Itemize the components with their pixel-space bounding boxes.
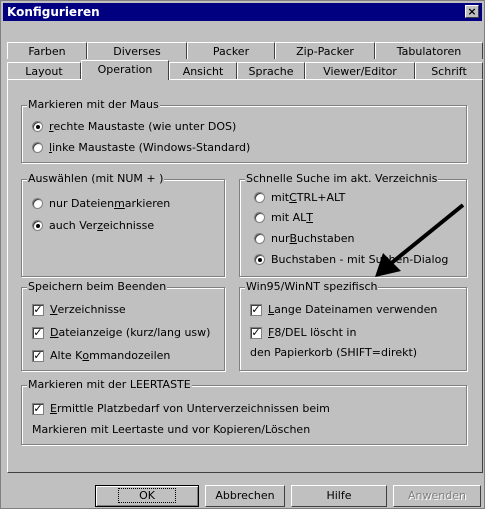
radio-button[interactable] — [254, 212, 265, 223]
dialog-title: Konfigurieren — [7, 5, 100, 19]
radio-button[interactable] — [32, 198, 43, 209]
tab-layout[interactable]: Layout — [7, 62, 81, 79]
config-dialog: Konfigurieren × Farben Diverses Packer Z… — [0, 0, 485, 509]
num-group-legend: Auswählen (mit NUM + ) — [27, 172, 165, 185]
radio-right-mouse[interactable]: r echte Maustaste (wie unter DOS) — [32, 120, 236, 133]
title-bar[interactable]: Konfigurieren × — [3, 3, 482, 21]
radio-alt[interactable]: mit AL T — [254, 211, 313, 224]
radio-left-mouse[interactable]: l inke Maustaste (Windows-Standard) — [32, 141, 250, 154]
checkbox-long-filenames[interactable]: ✓ Lange Dateinamen verwenden — [250, 303, 437, 316]
checkbox-file-display[interactable]: ✓ Dateianzeige (kurz/lang usw) — [32, 326, 210, 339]
num-group: Auswählen (mit NUM + ) nur Dateien m arki… — [21, 172, 225, 277]
radio-button[interactable] — [254, 233, 265, 244]
tab-diverses[interactable]: Diverses — [87, 42, 187, 59]
win-group: Win95/WinNT spezifisch ✓ Lange Dateiname… — [239, 280, 467, 371]
calc-space-note: Markieren mit Leertaste und vor Kopieren… — [32, 423, 311, 436]
checkbox-checked[interactable]: ✓ — [32, 326, 44, 339]
mouse-group: Markieren mit der Maus r echte Maustaste … — [21, 98, 467, 163]
tab-zip-packer[interactable]: Zip-Packer — [275, 42, 375, 59]
tab-schrift[interactable]: Schrift — [415, 62, 483, 79]
save-group: Speichern beim Beenden ✓ Verzeichnisse ✓… — [21, 280, 225, 371]
space-group-legend: Markieren mit der LEERTASTE — [27, 378, 192, 391]
checkbox-checked[interactable]: ✓ — [250, 303, 262, 316]
arrow-icon — [375, 203, 465, 277]
search-group-legend: Schnelle Suche im akt. Verzeichnis — [245, 172, 439, 185]
radio-button-selected[interactable] — [254, 254, 265, 265]
help-button[interactable]: Hilfe — [291, 485, 387, 507]
checkbox-directories[interactable]: ✓ Verzeichnisse — [32, 303, 126, 316]
ok-button[interactable]: OK — [95, 485, 199, 507]
radio-button[interactable] — [32, 142, 43, 153]
radio-only-files[interactable]: nur Dateien m arkieren — [32, 197, 170, 210]
recycle-bin-note: den Papierkorb (SHIFT=direkt) — [250, 346, 418, 359]
checkbox-checked[interactable]: ✓ — [250, 326, 262, 339]
tab-viewer-editor[interactable]: Viewer/Editor — [305, 62, 415, 79]
mouse-group-legend: Markieren mit der Maus — [27, 98, 160, 111]
radio-button-selected[interactable] — [32, 220, 43, 231]
space-group: Markieren mit der LEERTASTE ✓ Ermittle P… — [21, 378, 467, 445]
radio-button-selected[interactable] — [32, 121, 43, 132]
checkbox-checked[interactable]: ✓ — [32, 303, 44, 316]
radio-button[interactable] — [254, 192, 265, 203]
tab-sprache[interactable]: Sprache — [237, 62, 305, 79]
tab-ansicht[interactable]: Ansicht — [169, 62, 237, 79]
tab-operation[interactable]: Operation — [81, 60, 169, 80]
checkbox-recycle-bin[interactable]: ✓ F 8/DEL löscht in — [250, 326, 356, 339]
win-group-legend: Win95/WinNT spezifisch — [245, 280, 379, 293]
close-icon[interactable]: × — [465, 5, 479, 18]
tab-tabulatoren[interactable]: Tabulatoren — [375, 42, 483, 59]
checkbox-checked[interactable]: ✓ — [32, 349, 44, 362]
checkbox-checked[interactable]: ✓ — [32, 402, 44, 415]
apply-button[interactable]: Anwenden — [393, 485, 481, 507]
radio-letters-only[interactable]: nur Buchstaben — [254, 232, 355, 245]
checkbox-calc-space[interactable]: ✓ Ermittle Platzbedarf von Unterverzeich… — [32, 402, 330, 415]
tab-farben[interactable]: Farben — [7, 42, 87, 59]
radio-also-dirs[interactable]: auch Ver z eichnisse — [32, 219, 154, 232]
checkbox-old-commandlines[interactable]: ✓ Alte Ko mmandozeilen — [32, 349, 170, 362]
tab-packer[interactable]: Packer — [187, 42, 275, 59]
save-group-legend: Speichern beim Beenden — [27, 280, 168, 293]
cancel-button[interactable]: Abbrechen — [205, 485, 285, 507]
radio-ctrl-alt[interactable]: mit C TRL+ALT — [254, 191, 345, 204]
